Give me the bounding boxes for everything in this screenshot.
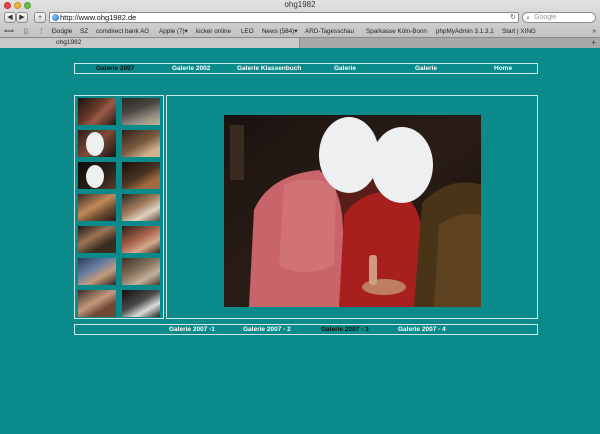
nav-galerie[interactable]: Galerie [334, 64, 356, 74]
globe-icon [52, 14, 59, 21]
gallery-thumbnail[interactable] [121, 97, 161, 126]
main-photo[interactable] [224, 115, 481, 307]
nav-galerie-klassenbuch[interactable]: Galerie Klassenbuch [237, 64, 301, 74]
gallery-thumbnail[interactable] [77, 193, 117, 222]
main-photo-panel [166, 95, 538, 319]
nav-galerie-2[interactable]: Galerie [415, 64, 437, 74]
browser-chrome: ohg1982 ◀ ▶ + http://www.ohg1982.de ↻ ⌕ … [0, 0, 600, 48]
add-bookmark-button[interactable]: + [34, 12, 46, 23]
gallery-thumbnail[interactable] [77, 161, 117, 190]
main-photo-image [224, 115, 481, 307]
bookmarks-overflow-icon[interactable]: » [592, 26, 596, 37]
address-bar[interactable]: http://www.ohg1982.de ↻ [49, 12, 519, 23]
forward-arrow-icon: ▶ [19, 14, 25, 21]
search-placeholder: Google [534, 14, 557, 21]
subnav-galerie-2007-1[interactable]: Galerie 2007 -1 [169, 325, 215, 335]
subnav-galerie-2007-4[interactable]: Galerie 2007 - 4 [398, 325, 446, 335]
top-navigation: Galerie 2007 Galerie 2002 Galerie Klasse… [74, 63, 538, 74]
new-tab-plus-icon[interactable]: + [591, 38, 596, 48]
back-button[interactable]: ◀ [4, 12, 16, 23]
nav-galerie-2002[interactable]: Galerie 2002 [172, 64, 210, 74]
nav-home[interactable]: Home [494, 64, 512, 74]
face-blur [86, 132, 104, 156]
gallery-thumbnail[interactable] [121, 225, 161, 254]
gallery-thumbnail[interactable] [121, 161, 161, 190]
back-arrow-icon: ◀ [7, 14, 13, 21]
bookmark-sparkasse[interactable]: Sparkasse Köln-Bonn [366, 26, 427, 37]
gallery-thumbnail[interactable] [121, 193, 161, 222]
plus-icon: + [37, 14, 43, 21]
window-title: ohg1982 [284, 0, 316, 9]
gallery-thumbnail[interactable] [77, 257, 117, 286]
search-icon: ⌕ [526, 15, 530, 22]
tab-ohg1982[interactable]: ohg1982 [0, 38, 300, 48]
thumbnail-grid [74, 95, 164, 319]
bookmark-news[interactable]: News (584)▾ [262, 26, 297, 37]
title-bar: ohg1982 [0, 0, 600, 10]
url-text: http://www.ohg1982.de [60, 13, 137, 22]
bookmark-sz[interactable]: SZ [80, 26, 88, 37]
gallery-thumbnail[interactable] [77, 289, 117, 318]
tab-bar: ohg1982 + [0, 37, 600, 48]
bookmark-comdirect[interactable]: comdirect bank AG [96, 26, 149, 37]
face-blur [86, 165, 104, 188]
bookmarks-bar: ⟺ ▯ ⋮⋮⋮ Google SZ comdirect bank AG Appl… [0, 26, 600, 37]
gallery-thumbnail[interactable] [121, 257, 161, 286]
bookmark-google[interactable]: Google [52, 26, 72, 37]
gallery-subnavigation: Galerie 2007 -1 Galerie 2007 - 2 Galerie… [74, 324, 538, 335]
toolbar: ◀ ▶ + http://www.ohg1982.de ↻ ⌕ Google [0, 11, 600, 25]
subnav-galerie-2007-3[interactable]: Galerie 2007 - 3 [321, 325, 369, 335]
bookmark-ard[interactable]: ARD-Tagesschau [305, 26, 354, 37]
bookmark-kicker[interactable]: kicker online [196, 26, 231, 37]
gallery-thumbnail[interactable] [77, 129, 117, 158]
nav-galerie-2007[interactable]: Galerie 2007 [96, 64, 134, 74]
gallery-thumbnail[interactable] [121, 289, 161, 318]
gallery-thumbnail[interactable] [77, 97, 117, 126]
bookmark-leo[interactable]: LEO [241, 26, 254, 37]
bookmark-phpmyadmin[interactable]: phpMyAdmin 3.1.3.1 [436, 26, 494, 37]
gallery-thumbnail[interactable] [77, 225, 117, 254]
subnav-galerie-2007-2[interactable]: Galerie 2007 - 2 [243, 325, 291, 335]
gallery-thumbnail[interactable] [121, 129, 161, 158]
search-field[interactable]: ⌕ Google [522, 12, 596, 23]
forward-button[interactable]: ▶ [16, 12, 28, 23]
bookmark-apple[interactable]: Apple (7)▾ [159, 26, 188, 37]
bookmark-xing[interactable]: Start | XING [502, 26, 536, 37]
reload-icon[interactable]: ↻ [510, 13, 516, 22]
